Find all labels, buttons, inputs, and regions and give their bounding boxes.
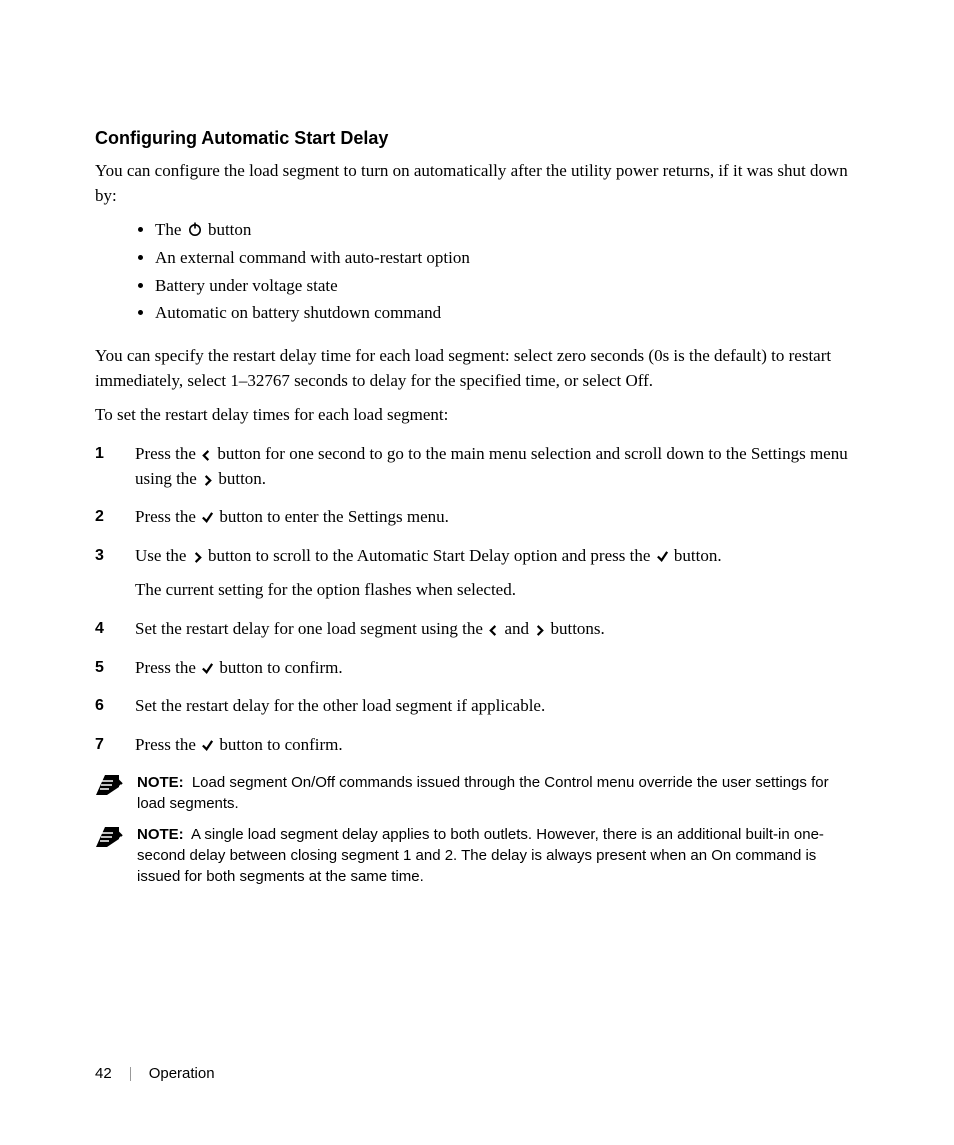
intro-paragraph: You can configure the load segment to tu… — [95, 159, 859, 208]
step-text: button to confirm. — [215, 658, 342, 677]
note-text: Load segment On/Off commands issued thro… — [137, 774, 829, 812]
step-text: button to enter the Settings menu. — [215, 507, 449, 526]
bullet-item: The button — [155, 218, 859, 243]
right-arrow-icon — [202, 475, 213, 486]
checkmark-icon — [201, 662, 214, 675]
step-item: Set the restart delay for the other load… — [95, 694, 859, 719]
step-text: Press the — [135, 658, 200, 677]
bullet-item: Battery under voltage state — [155, 274, 859, 299]
step-list: Press the button for one second to go to… — [95, 442, 859, 758]
note-icon — [95, 773, 123, 797]
step-text: Press the — [135, 735, 200, 754]
step-text: and — [500, 619, 533, 638]
right-arrow-icon — [192, 552, 203, 563]
note-icon — [95, 825, 123, 849]
step-text: Use the — [135, 546, 191, 565]
bullet-item: Automatic on battery shutdown command — [155, 301, 859, 326]
right-arrow-icon — [534, 625, 545, 636]
power-icon — [187, 221, 203, 237]
left-arrow-icon — [201, 450, 212, 461]
step-text: Press the — [135, 507, 200, 526]
step-item: Set the restart delay for one load segme… — [95, 617, 859, 642]
step-text: button. — [670, 546, 722, 565]
step-text: button to confirm. — [215, 735, 342, 754]
page-number: 42 — [95, 1063, 112, 1085]
step-item: Press the button for one second to go to… — [95, 442, 859, 491]
bullet-item: An external command with auto-restart op… — [155, 246, 859, 271]
note-block: NOTE: A single load segment delay applie… — [95, 824, 859, 887]
left-arrow-icon — [488, 625, 499, 636]
section-heading: Configuring Automatic Start Delay — [95, 125, 859, 151]
checkmark-icon — [201, 739, 214, 752]
paragraph: You can specify the restart delay time f… — [95, 344, 859, 393]
step-item: Press the button to confirm. — [95, 733, 859, 758]
page-footer: 42 Operation — [95, 1063, 215, 1085]
document-page: Configuring Automatic Start Delay You ca… — [0, 0, 954, 1145]
footer-divider — [130, 1067, 131, 1081]
note-body: NOTE: A single load segment delay applie… — [137, 824, 859, 887]
note-label: NOTE: — [137, 774, 184, 791]
bullet-list: The button An external command with auto… — [95, 218, 859, 326]
note-text: A single load segment delay applies to b… — [137, 826, 824, 885]
paragraph: To set the restart delay times for each … — [95, 403, 859, 428]
note-label: NOTE: — [137, 826, 184, 843]
step-item: Use the button to scroll to the Automati… — [95, 544, 859, 603]
step-subtext: The current setting for the option flash… — [135, 578, 859, 603]
step-text: button. — [214, 469, 266, 488]
section-name: Operation — [149, 1063, 215, 1085]
checkmark-icon — [656, 550, 669, 563]
step-text: button to scroll to the Automatic Start … — [204, 546, 655, 565]
note-body: NOTE: Load segment On/Off commands issue… — [137, 772, 859, 814]
bullet-text: button — [204, 220, 252, 239]
step-text: Press the — [135, 444, 200, 463]
checkmark-icon — [201, 511, 214, 524]
step-text: Set the restart delay for one load segme… — [135, 619, 487, 638]
step-item: Press the button to enter the Settings m… — [95, 505, 859, 530]
note-block: NOTE: Load segment On/Off commands issue… — [95, 772, 859, 814]
step-text: buttons. — [546, 619, 605, 638]
step-item: Press the button to confirm. — [95, 656, 859, 681]
bullet-text: The — [155, 220, 186, 239]
